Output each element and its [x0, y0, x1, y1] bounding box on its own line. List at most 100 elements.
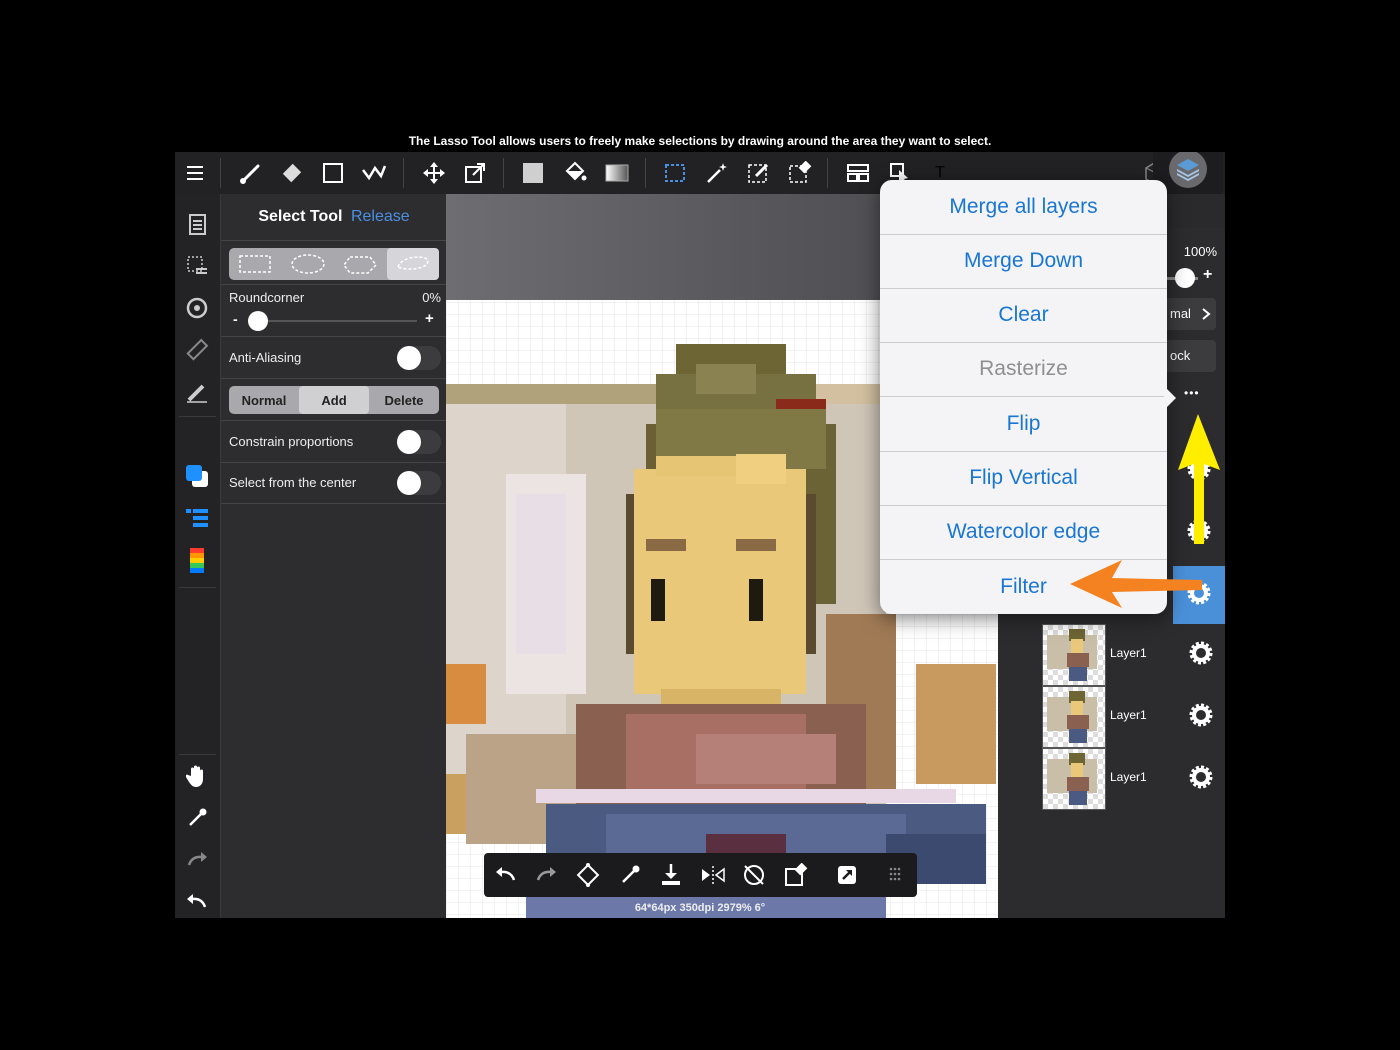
- from-center-row: Select from the center: [221, 462, 447, 504]
- eyedropper-icon[interactable]: [616, 862, 644, 888]
- from-center-toggle[interactable]: [397, 471, 441, 495]
- menu-merge-all-layers[interactable]: Merge all layers: [880, 180, 1167, 235]
- import-icon[interactable]: [657, 862, 685, 888]
- polygon-select-shape-icon[interactable]: [334, 248, 387, 280]
- magic-wand-icon[interactable]: [704, 160, 730, 186]
- bucket-icon[interactable]: [562, 160, 588, 186]
- eraser-icon[interactable]: [279, 160, 305, 186]
- move-icon[interactable]: [421, 160, 447, 186]
- mode-normal-button[interactable]: Normal: [229, 386, 299, 414]
- layer-thumbnail: [1042, 748, 1106, 810]
- menu-flip-vertical[interactable]: Flip Vertical: [880, 451, 1167, 506]
- layer-thumbnail: [1042, 624, 1106, 686]
- select-tool-title: Select Tool: [258, 208, 343, 225]
- grip-icon[interactable]: [881, 862, 909, 888]
- chevron-right-icon: [1202, 308, 1211, 320]
- layer-thumbnail: [1042, 686, 1106, 748]
- anti-aliasing-row: Anti-Aliasing: [221, 336, 447, 379]
- mode-segment: Normal Add Delete: [229, 386, 439, 414]
- ruler-icon[interactable]: [183, 336, 211, 364]
- mode-delete-button[interactable]: Delete: [369, 386, 439, 414]
- roundcorner-plus-button[interactable]: +: [425, 310, 434, 327]
- share-icon[interactable]: [833, 862, 861, 888]
- transform-selection-icon[interactable]: [574, 862, 602, 888]
- lock-label: ock: [1170, 348, 1191, 363]
- blend-mode-label: mal: [1170, 306, 1191, 321]
- pen-icon[interactable]: [183, 378, 211, 406]
- gear-icon[interactable]: [1188, 640, 1214, 666]
- undo-icon[interactable]: [183, 888, 211, 916]
- constrain-toggle[interactable]: [397, 430, 441, 454]
- rotate-view-icon[interactable]: [183, 294, 211, 322]
- roundcorner-slider-track[interactable]: [249, 320, 417, 322]
- redo-icon[interactable]: [183, 846, 211, 874]
- menu-flip[interactable]: Flip: [880, 397, 1167, 452]
- fill-color-icon[interactable]: [520, 160, 546, 186]
- mode-add-button[interactable]: Add: [299, 386, 369, 414]
- menu-icon[interactable]: [183, 160, 209, 186]
- select-eraser-icon[interactable]: [787, 160, 813, 186]
- smudge-icon[interactable]: [361, 160, 387, 186]
- gradient-icon[interactable]: [604, 160, 630, 186]
- layer-item[interactable]: Layer1: [1042, 748, 1225, 810]
- tutorial-caption: The Lasso Tool allows users to freely ma…: [408, 134, 992, 148]
- anti-aliasing-toggle[interactable]: [397, 346, 441, 370]
- anti-aliasing-label: Anti-Aliasing: [229, 350, 302, 365]
- roundcorner-minus-button[interactable]: -: [233, 311, 238, 327]
- color-palette-icon[interactable]: [183, 546, 211, 574]
- roundcorner-row: Roundcorner 0% - +: [221, 284, 447, 337]
- roundcorner-label: Roundcorner: [229, 290, 305, 305]
- color-swatch-icon[interactable]: [183, 462, 211, 490]
- undo-icon[interactable]: [492, 862, 520, 888]
- layer-item[interactable]: Layer1: [1042, 624, 1225, 686]
- redo-icon[interactable]: [532, 862, 560, 888]
- menu-clear[interactable]: Clear: [880, 288, 1167, 343]
- select-icon[interactable]: [662, 160, 688, 186]
- mode-row: Normal Add Delete: [221, 378, 447, 421]
- brush-icon[interactable]: [237, 160, 263, 186]
- layer-name: Layer1: [1110, 646, 1147, 660]
- layer-more-button[interactable]: •••: [1184, 386, 1200, 400]
- shape-icon[interactable]: [320, 160, 346, 186]
- hand-icon[interactable]: [183, 762, 211, 790]
- eyedropper-icon[interactable]: [183, 804, 211, 832]
- menu-pointer: [1164, 386, 1176, 410]
- selection-shape-row: [221, 240, 447, 285]
- ellipse-select-shape-icon[interactable]: [282, 248, 335, 280]
- select-pen-icon[interactable]: [746, 160, 772, 186]
- yellow-arrow-annotation: [1178, 414, 1220, 544]
- lasso-select-shape-icon[interactable]: [386, 248, 439, 280]
- constrain-row: Constrain proportions: [221, 420, 447, 463]
- rect-select-shape-icon[interactable]: [229, 248, 282, 280]
- layer-name: Layer1: [1110, 708, 1147, 722]
- roundcorner-slider-knob[interactable]: [248, 311, 268, 331]
- gear-icon[interactable]: [1188, 764, 1214, 790]
- constrain-label: Constrain proportions: [229, 434, 354, 449]
- gallery-icon[interactable]: [183, 210, 211, 238]
- menu-merge-down[interactable]: Merge Down: [880, 234, 1167, 289]
- selection-shape-segment: [229, 248, 439, 280]
- select-layer-icon[interactable]: [183, 252, 211, 280]
- gear-icon[interactable]: [1188, 702, 1214, 728]
- select-tool-panel: Select Tool Release Roundcorner 0% - + A…: [220, 194, 447, 918]
- transform-icon[interactable]: [462, 160, 488, 186]
- layer-list-icon[interactable]: [183, 504, 211, 532]
- flip-icon[interactable]: [699, 862, 727, 888]
- menu-watercolor-edge[interactable]: Watercolor edge: [880, 505, 1167, 560]
- opacity-plus-button[interactable]: +: [1203, 266, 1212, 284]
- left-sidebar: [175, 194, 220, 918]
- orange-arrow-annotation: [1070, 560, 1202, 608]
- selection-eraser-icon[interactable]: [782, 862, 810, 888]
- frame-divider-icon[interactable]: [845, 160, 871, 186]
- opacity-slider-knob[interactable]: [1175, 268, 1195, 288]
- layer-opacity-value: 100%: [1183, 244, 1217, 259]
- release-button[interactable]: Release: [351, 208, 410, 225]
- roundcorner-value: 0%: [422, 290, 441, 305]
- menu-rasterize: Rasterize: [880, 342, 1167, 397]
- panel-title: Select Tool Release: [221, 208, 447, 226]
- layer-name: Layer1: [1110, 770, 1147, 784]
- layer-options-menu: Merge all layers Merge Down Clear Raster…: [880, 180, 1167, 614]
- bottom-toolbar: [484, 853, 917, 897]
- layer-item[interactable]: Layer1: [1042, 686, 1225, 748]
- rotate-off-icon[interactable]: [740, 862, 768, 888]
